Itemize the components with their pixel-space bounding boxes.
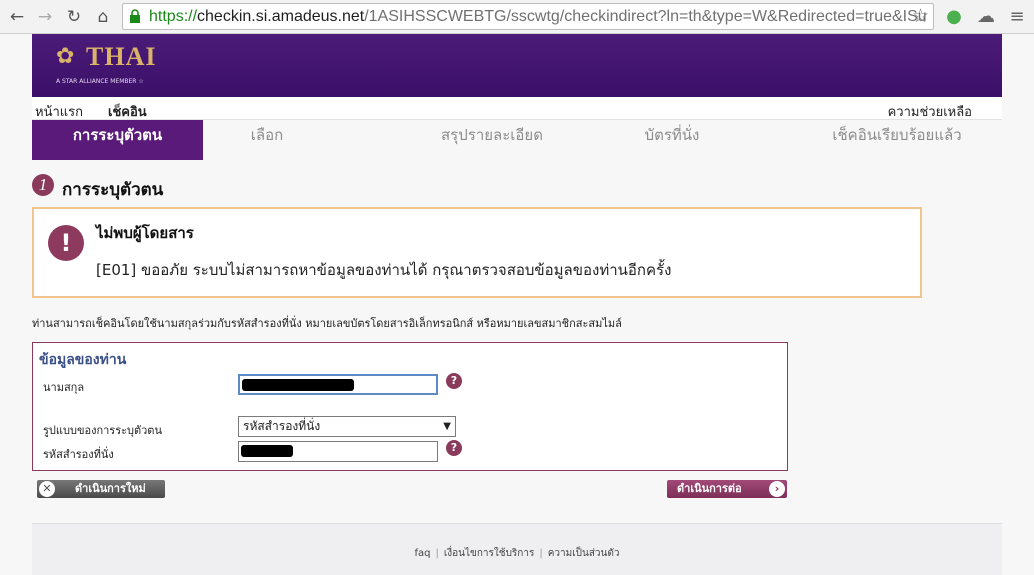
menu-icon[interactable]: ≡: [1006, 6, 1028, 28]
site-header: ✿ THAI A STAR ALLIANCE MEMBER ☆: [32, 34, 1002, 97]
home-icon[interactable]: ⌂: [92, 6, 114, 28]
continue-button[interactable]: ดำเนินการต่อ ›: [667, 480, 787, 498]
step-boarding-pass: บัตรที่นั่ง: [644, 126, 700, 144]
nav-home-link[interactable]: หน้าแรก: [35, 101, 83, 122]
chevron-right-icon: ›: [769, 481, 785, 497]
top-navigation: หน้าแรก เช็คอิน ความช่วยเหลือ: [32, 97, 1002, 120]
instruction-text: ท่านสามารถเช็คอินโดยใช้นามสกุลร่วมกับรหั…: [32, 317, 622, 330]
step-checkin-complete: เช็คอินเรียบร้อยแล้ว: [832, 126, 962, 144]
lastname-help-icon[interactable]: ?: [446, 373, 462, 389]
redacted-value: [241, 445, 293, 457]
booking-ref-input[interactable]: [238, 441, 438, 462]
brand-tagline: A STAR ALLIANCE MEMBER ☆: [56, 78, 144, 85]
step-identification: การระบุตัวตน: [32, 120, 203, 160]
idtype-select[interactable]: รหัสสำรองที่นั่ง ▼: [238, 416, 456, 437]
lock-icon: [130, 9, 140, 23]
back-icon[interactable]: ←: [6, 6, 28, 28]
error-box: ! ไม่พบผู้โดยสาร [E01] ขออภัย ระบบไม่สาม…: [32, 207, 922, 298]
nav-help-link[interactable]: ความช่วยเหลือ: [888, 101, 972, 122]
redacted-value: [242, 379, 354, 391]
nav-checkin-link[interactable]: เช็คอิน: [108, 101, 147, 122]
footer-links: faq | เงื่อนไขการใช้บริการ | ความเป็นส่วนตัว: [414, 548, 620, 559]
step-summary: สรุปรายละเอียด: [441, 126, 543, 144]
footer-faq-link[interactable]: faq: [414, 548, 430, 559]
brand-name: THAI: [86, 42, 157, 71]
orchid-logo-icon: ✿: [56, 44, 75, 69]
restart-button[interactable]: ✕ ดำเนินการใหม่: [37, 480, 165, 498]
address-bar[interactable]: https://checkin.si.amadeus.net/1ASIHSSCW…: [122, 3, 934, 30]
form-legend: ข้อมูลของท่าน: [39, 352, 127, 368]
idtype-selected-value: รหัสสำรองที่นั่ง: [243, 419, 321, 433]
step-select: เลือก: [250, 126, 284, 144]
footer-privacy-link[interactable]: ความเป็นส่วนตัว: [548, 548, 620, 559]
idtype-label: รูปแบบของการระบุตัวตน: [43, 424, 162, 437]
dropdown-arrow-icon: ▼: [443, 421, 451, 432]
booking-ref-label: รหัสสำรองที่นั่ง: [43, 448, 114, 461]
booking-ref-help-icon[interactable]: ?: [446, 440, 462, 456]
bookmark-star-icon[interactable]: ☆: [912, 4, 929, 29]
url-text: https://checkin.si.amadeus.net/1ASIHSSCW…: [149, 8, 927, 25]
forward-icon[interactable]: →: [34, 6, 56, 28]
section-title: การระบุตัวตน: [62, 180, 164, 200]
exclamation-icon: !: [48, 225, 84, 261]
close-icon: ✕: [39, 481, 55, 497]
site-footer: faq | เงื่อนไขการใช้บริการ | ความเป็นส่วนตัว: [32, 523, 1002, 575]
lastname-input[interactable]: [238, 374, 438, 395]
cloud-icon[interactable]: ☁: [974, 6, 998, 28]
step-number-badge: 1: [32, 174, 54, 196]
footer-terms-link[interactable]: เงื่อนไขการใช้บริการ: [444, 548, 534, 559]
lastname-label: นามสกุล: [43, 381, 85, 394]
reload-icon[interactable]: ↻: [63, 6, 85, 28]
browser-toolbar: ← → ↻ ⌂ https://checkin.si.amadeus.net/1…: [0, 0, 1034, 34]
passenger-form: ข้อมูลของท่าน นามสกุล ? รูปแบบของการระบุ…: [32, 342, 788, 471]
progress-steps: การระบุตัวตน เลือก สรุปรายละเอียด บัตรที…: [32, 120, 1002, 160]
error-title: ไม่พบผู้โดยสาร: [96, 224, 194, 242]
page-container: ✿ THAI A STAR ALLIANCE MEMBER ☆ หน้าแรก …: [32, 34, 1002, 160]
error-message: [E01] ขออภัย ระบบไม่สามารถหาข้อมูลของท่า…: [96, 261, 672, 279]
extension-leaf-icon[interactable]: ●: [944, 6, 964, 28]
